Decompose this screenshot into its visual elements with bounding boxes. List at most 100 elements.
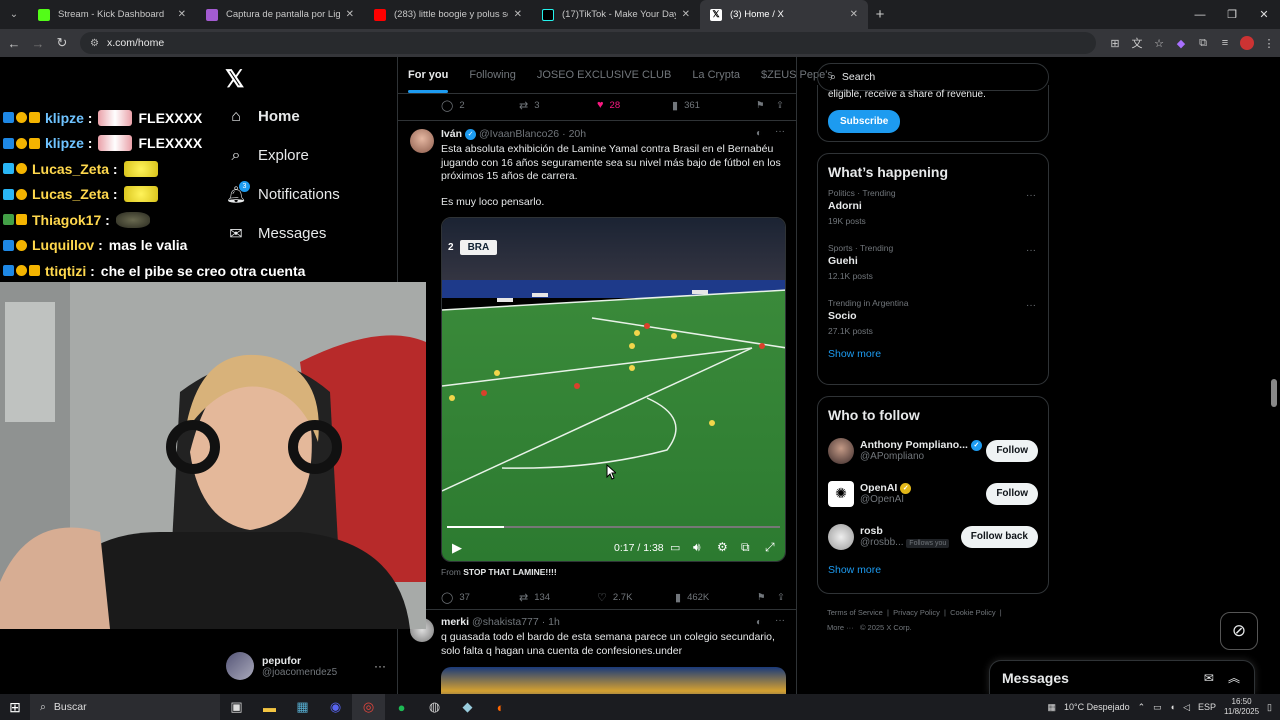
notifications-icon[interactable]: ▯ [1267,702,1272,713]
store-icon[interactable]: ▦ [286,694,319,720]
mic-icon[interactable]: ◖ [1170,702,1175,712]
author-handle[interactable]: @IvaanBlanco26 [479,128,559,140]
more-dots-icon[interactable]: ··· [374,659,386,673]
subscribe-button[interactable]: Subscribe [828,110,901,133]
post-merki[interactable]: merki @shakista777 · 1h ◐ ··· q guasada … [398,610,796,694]
task-view-icon[interactable]: ▣ [220,694,253,720]
file-explorer-icon[interactable]: ▬ [253,694,286,720]
reply-button[interactable]: ◯ 2 [441,99,519,112]
weather-text[interactable]: 10°C Despejado [1064,702,1130,712]
taskbar-search[interactable]: ⌕ Buscar [30,694,220,720]
author-handle[interactable]: @shakista777 [472,616,539,628]
follow-suggestion[interactable]: rosb @rosbb... Follows you Follow back [818,515,1048,558]
scrollbar-thumb[interactable] [1271,379,1277,407]
close-tab-icon[interactable]: ✕ [682,9,690,20]
tray-chevron-icon[interactable]: ⌃ [1138,702,1146,713]
video-player[interactable]: 2 BRA ▶ 0:17 / 1:38 ▭ 🔊︎ ⚙ ⧉ ⤢ [441,217,786,562]
post-time[interactable]: · 1h [542,616,560,628]
discord-icon[interactable]: ◉ [319,694,352,720]
more-dots-icon[interactable]: ··· [1026,190,1036,201]
tab-search-chevron-icon[interactable]: ⌄ [0,0,28,29]
avatar[interactable] [410,129,434,153]
extension-icon[interactable]: ◆ [1170,29,1192,57]
page-scrollbar[interactable] [1268,57,1280,694]
reply-button[interactable]: ◯ 37 [441,591,519,604]
follow-button[interactable]: Follow [986,482,1038,505]
reload-icon[interactable]: ↻ [50,29,74,57]
close-tab-icon[interactable]: ✕ [514,9,522,20]
author-name[interactable]: merki [441,616,469,628]
author-name[interactable]: Iván [441,128,462,140]
profile-avatar-icon[interactable] [1236,29,1258,57]
browser-menu-icon[interactable]: ⋮ [1258,29,1280,57]
bookmark-icon[interactable]: ⚑ [756,100,776,111]
follow-suggestion[interactable]: ✺ OpenAI ✓ @OpenAI Follow [818,472,1048,515]
post-time[interactable]: · 20h [562,128,586,140]
fullscreen-icon[interactable]: ⤢ [765,540,775,555]
like-button[interactable]: ♡ 2.7K [597,591,675,604]
repost-button[interactable]: ⇄ 3 [519,99,597,112]
views-button[interactable]: ▮ 462K [675,591,757,604]
address-bar[interactable]: ⚙ x.com/home [80,32,1096,54]
more-dots-icon[interactable]: ··· [1026,300,1036,311]
trend-item[interactable]: Politics · Trending Adorni 19K posts ··· [818,180,1048,235]
account-switcher[interactable]: pepufor @joacomendez5 ··· [226,648,386,684]
captions-icon[interactable]: ▭ [670,541,680,554]
views-button[interactable]: ▮ 361 [672,99,756,112]
volume-icon[interactable]: ◁ [1183,702,1190,713]
tab-following[interactable]: Following [469,69,515,81]
more-dots-icon[interactable]: ··· [1026,245,1036,256]
close-tab-icon[interactable]: ✕ [850,9,858,20]
browser-tab-x-home[interactable]: 𝕏 (3) Home / X ✕ [700,0,868,29]
follow-back-button[interactable]: Follow back [960,525,1038,548]
back-arrow-icon[interactable]: ← [2,29,26,57]
chrome-icon[interactable]: ◎ [352,694,385,720]
bookmark-icon[interactable]: ⚑ [757,592,777,603]
x-logo-icon[interactable]: 𝕏 [225,65,244,94]
grok-analyze-icon[interactable]: ◐ [756,128,762,139]
like-button[interactable]: ♥ 28 [597,99,672,111]
more-dots-icon[interactable]: ··· [775,615,785,626]
close-window-icon[interactable]: ✕ [1248,0,1280,29]
tab-for-you[interactable]: For you [408,69,449,93]
bookmark-star-icon[interactable]: ☆ [1148,29,1170,57]
pip-icon[interactable]: ⧉ [741,540,750,555]
close-tab-icon[interactable]: ✕ [178,9,186,20]
show-more-link[interactable]: Show more [818,564,1048,576]
more-link[interactable]: More ··· [827,623,854,632]
network-icon[interactable]: ▭ [1153,702,1162,713]
tab-la-crypta[interactable]: La Crypta [692,69,740,81]
trend-item[interactable]: Trending in Argentina Socio 27.1K posts … [818,290,1048,345]
expand-chevron-icon[interactable]: ︽ [1228,669,1240,686]
share-icon[interactable]: ⇪ [777,592,785,603]
spotify-icon[interactable]: ● [385,694,418,720]
follow-button[interactable]: Follow [986,439,1038,462]
follow-suggestion[interactable]: Anthony Pompliano... ✓ @APompliano Follow [818,429,1048,472]
weather-icon[interactable]: ▦ [1047,702,1056,713]
minimize-icon[interactable]: — [1184,0,1216,29]
translate-icon[interactable]: 文 [1126,29,1148,57]
browser-tab-tiktok[interactable]: (17)TikTok - Make Your Day ✕ [532,0,700,29]
site-info-icon[interactable]: ⚙ [90,38,99,49]
grok-analyze-icon[interactable]: ◐ [756,617,762,628]
more-dots-icon[interactable]: ··· [775,126,785,137]
browser-tab-lightshot[interactable]: Captura de pantalla por Lightshot ✕ [196,0,364,29]
reading-list-icon[interactable]: ≡ [1214,29,1236,57]
app-orange-icon[interactable]: ◐ [484,694,517,720]
trend-item[interactable]: Sports · Trending Guehi 12.1K posts ··· [818,235,1048,290]
restore-icon[interactable]: ❐ [1216,0,1248,29]
messages-drawer[interactable]: Messages ✉ ︽ [989,660,1255,694]
settings-gear-icon[interactable]: ⚙ [717,540,728,554]
share-icon[interactable]: ⇪ [776,100,784,111]
tab-joseo-exclusive-club[interactable]: JOSEO EXCLUSIVE CLUB [537,69,672,81]
cookie-link[interactable]: Cookie Policy [950,608,995,617]
close-tab-icon[interactable]: ✕ [346,9,354,20]
terms-link[interactable]: Terms of Service [827,608,883,617]
grok-icon[interactable]: ⊘ [1220,612,1258,650]
new-tab-plus-icon[interactable]: + [868,6,892,23]
volume-icon[interactable]: 🔊︎ [693,540,701,555]
play-icon[interactable]: ▶ [452,540,462,556]
post-image[interactable] [441,667,786,694]
show-more-link[interactable]: Show more [818,348,1048,360]
forward-arrow-icon[interactable]: → [26,29,50,57]
